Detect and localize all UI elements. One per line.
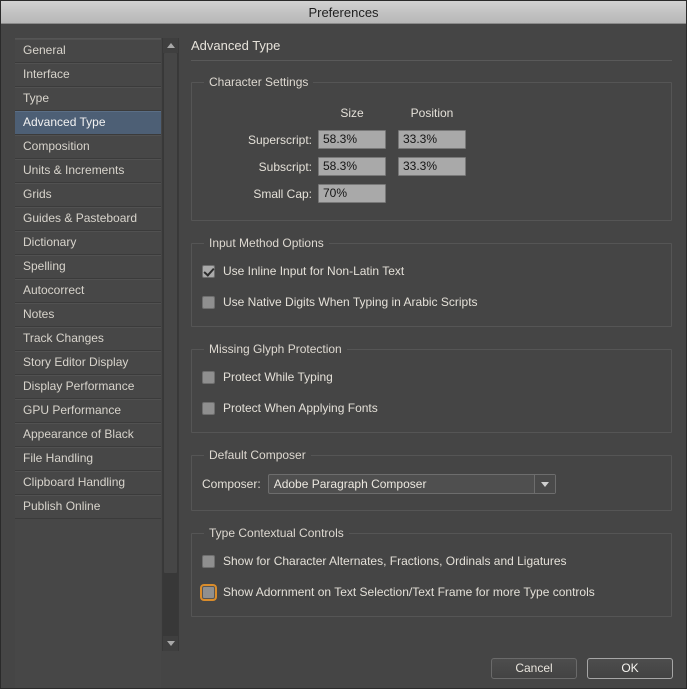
- small-cap-size-input[interactable]: [318, 184, 386, 203]
- triangle-down-icon: [167, 641, 175, 646]
- sidebar-item-appearance-of-black[interactable]: Appearance of Black: [15, 423, 161, 447]
- checkbox-label: Show Adornment on Text Selection/Text Fr…: [223, 585, 595, 599]
- sidebar-item-guides-pasteboard[interactable]: Guides & Pasteboard: [15, 207, 161, 231]
- sidebar-item-interface[interactable]: Interface: [15, 63, 161, 87]
- composer-selected-value: Adobe Paragraph Composer: [269, 477, 534, 491]
- missing-glyph-protection-legend: Missing Glyph Protection: [204, 342, 347, 356]
- composer-label: Composer:: [202, 477, 261, 491]
- checkbox-label: Protect While Typing: [223, 370, 333, 384]
- scroll-up-button[interactable]: [163, 38, 178, 53]
- sidebar-item-clipboard-handling[interactable]: Clipboard Handling: [15, 471, 161, 495]
- subscript-position-input[interactable]: [398, 157, 466, 176]
- checkbox-use-native-digits[interactable]: Use Native Digits When Typing in Arabic …: [202, 291, 661, 313]
- column-header-position: Position: [398, 99, 466, 126]
- cancel-button[interactable]: Cancel: [491, 658, 577, 679]
- checkbox-icon[interactable]: [202, 265, 215, 278]
- sidebar-item-track-changes[interactable]: Track Changes: [15, 327, 161, 351]
- checkbox-show-adornment[interactable]: Show Adornment on Text Selection/Text Fr…: [202, 581, 661, 603]
- checkbox-icon[interactable]: [202, 371, 215, 384]
- sidebar-item-dictionary[interactable]: Dictionary: [15, 231, 161, 255]
- input-method-options-group: Input Method Options Use Inline Input fo…: [191, 236, 672, 327]
- character-settings-table: Size Position Superscript: Subscript:: [202, 99, 466, 207]
- checkbox-icon[interactable]: [202, 555, 215, 568]
- sidebar-item-spelling[interactable]: Spelling: [15, 255, 161, 279]
- checkbox-show-character-alternates[interactable]: Show for Character Alternates, Fractions…: [202, 550, 661, 572]
- sidebar-item-notes[interactable]: Notes: [15, 303, 161, 327]
- sidebar-category-list: GeneralInterfaceTypeAdvanced TypeComposi…: [15, 38, 161, 689]
- checkbox-label: Use Inline Input for Non-Latin Text: [223, 264, 404, 278]
- sidebar-item-display-performance[interactable]: Display Performance: [15, 375, 161, 399]
- sidebar-item-general[interactable]: General: [15, 39, 161, 63]
- missing-glyph-protection-group: Missing Glyph Protection Protect While T…: [191, 342, 672, 433]
- small-cap-label: Small Cap:: [202, 180, 318, 207]
- sidebar-scrollbar[interactable]: [162, 38, 179, 651]
- superscript-label: Superscript:: [202, 126, 318, 153]
- type-contextual-controls-group: Type Contextual Controls Show for Charac…: [191, 526, 672, 617]
- window-title: Preferences: [308, 5, 378, 20]
- superscript-size-input[interactable]: [318, 130, 386, 149]
- type-contextual-controls-legend: Type Contextual Controls: [204, 526, 349, 540]
- scrollbar-thumb[interactable]: [164, 53, 177, 573]
- checkbox-icon[interactable]: [202, 586, 215, 599]
- ok-button[interactable]: OK: [587, 658, 673, 679]
- checkbox-use-inline-input[interactable]: Use Inline Input for Non-Latin Text: [202, 260, 661, 282]
- table-row: Small Cap:: [202, 180, 466, 207]
- character-settings-group: Character Settings Size Position Supersc…: [191, 75, 672, 221]
- sidebar-item-publish-online[interactable]: Publish Online: [15, 495, 161, 519]
- checkbox-icon[interactable]: [202, 402, 215, 415]
- subscript-label: Subscript:: [202, 153, 318, 180]
- sidebar-item-grids[interactable]: Grids: [15, 183, 161, 207]
- sidebar: GeneralInterfaceTypeAdvanced TypeComposi…: [1, 24, 179, 689]
- table-header-row: Size Position: [202, 99, 466, 126]
- checkbox-icon[interactable]: [202, 296, 215, 309]
- composer-dropdown[interactable]: Adobe Paragraph Composer: [268, 474, 556, 494]
- table-row: Subscript:: [202, 153, 466, 180]
- default-composer-group: Default Composer Composer: Adobe Paragra…: [191, 448, 672, 511]
- scroll-down-button[interactable]: [163, 636, 178, 651]
- chevron-down-icon[interactable]: [534, 475, 555, 493]
- page-title: Advanced Type: [191, 38, 672, 61]
- column-header-size: Size: [318, 99, 398, 126]
- scrollbar-track[interactable]: [163, 53, 178, 636]
- sidebar-item-gpu-performance[interactable]: GPU Performance: [15, 399, 161, 423]
- sidebar-item-file-handling[interactable]: File Handling: [15, 447, 161, 471]
- preferences-dialog: Preferences GeneralInterfaceTypeAdvanced…: [0, 0, 687, 689]
- triangle-up-icon: [167, 43, 175, 48]
- superscript-position-input[interactable]: [398, 130, 466, 149]
- table-row: Superscript:: [202, 126, 466, 153]
- sidebar-item-autocorrect[interactable]: Autocorrect: [15, 279, 161, 303]
- dialog-body: GeneralInterfaceTypeAdvanced TypeComposi…: [1, 24, 686, 689]
- main-panel: Advanced Type Character Settings Size Po…: [179, 24, 686, 689]
- checkbox-label: Protect When Applying Fonts: [223, 401, 378, 415]
- checkbox-label: Use Native Digits When Typing in Arabic …: [223, 295, 478, 309]
- default-composer-legend: Default Composer: [204, 448, 311, 462]
- sidebar-item-type[interactable]: Type: [15, 87, 161, 111]
- dialog-footer: Cancel OK: [491, 658, 673, 679]
- composer-row: Composer: Adobe Paragraph Composer: [202, 472, 661, 496]
- checkbox-protect-when-applying-fonts[interactable]: Protect When Applying Fonts: [202, 397, 661, 419]
- sidebar-item-units-increments[interactable]: Units & Increments: [15, 159, 161, 183]
- sidebar-item-story-editor-display[interactable]: Story Editor Display: [15, 351, 161, 375]
- character-settings-legend: Character Settings: [204, 75, 313, 89]
- subscript-size-input[interactable]: [318, 157, 386, 176]
- sidebar-item-composition[interactable]: Composition: [15, 135, 161, 159]
- title-bar: Preferences: [1, 1, 686, 24]
- checkbox-label: Show for Character Alternates, Fractions…: [223, 554, 567, 568]
- checkbox-protect-while-typing[interactable]: Protect While Typing: [202, 366, 661, 388]
- sidebar-item-advanced-type[interactable]: Advanced Type: [15, 111, 161, 135]
- input-method-options-legend: Input Method Options: [204, 236, 329, 250]
